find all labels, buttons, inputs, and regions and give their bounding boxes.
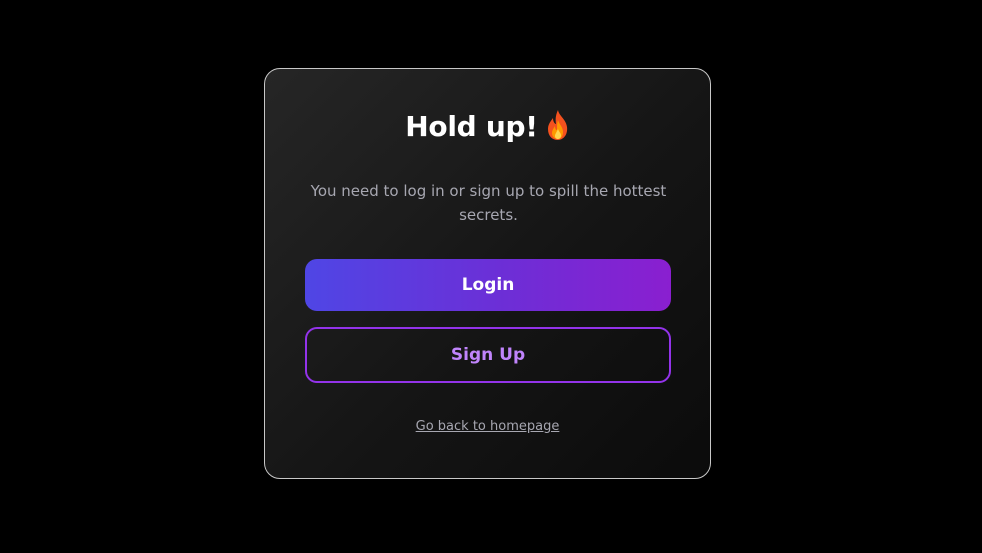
login-button[interactable]: Login	[305, 259, 671, 311]
card-title-text: Hold up!	[405, 110, 538, 143]
back-to-homepage-link[interactable]: Go back to homepage	[265, 419, 710, 434]
signup-button[interactable]: Sign Up	[305, 327, 671, 383]
login-required-message: You need to log in or sign up to spill t…	[310, 182, 667, 224]
fire-icon	[546, 109, 570, 141]
auth-required-card: Hold up! You need to log in or sign up t…	[264, 68, 711, 479]
card-title: Hold up!	[265, 109, 710, 143]
